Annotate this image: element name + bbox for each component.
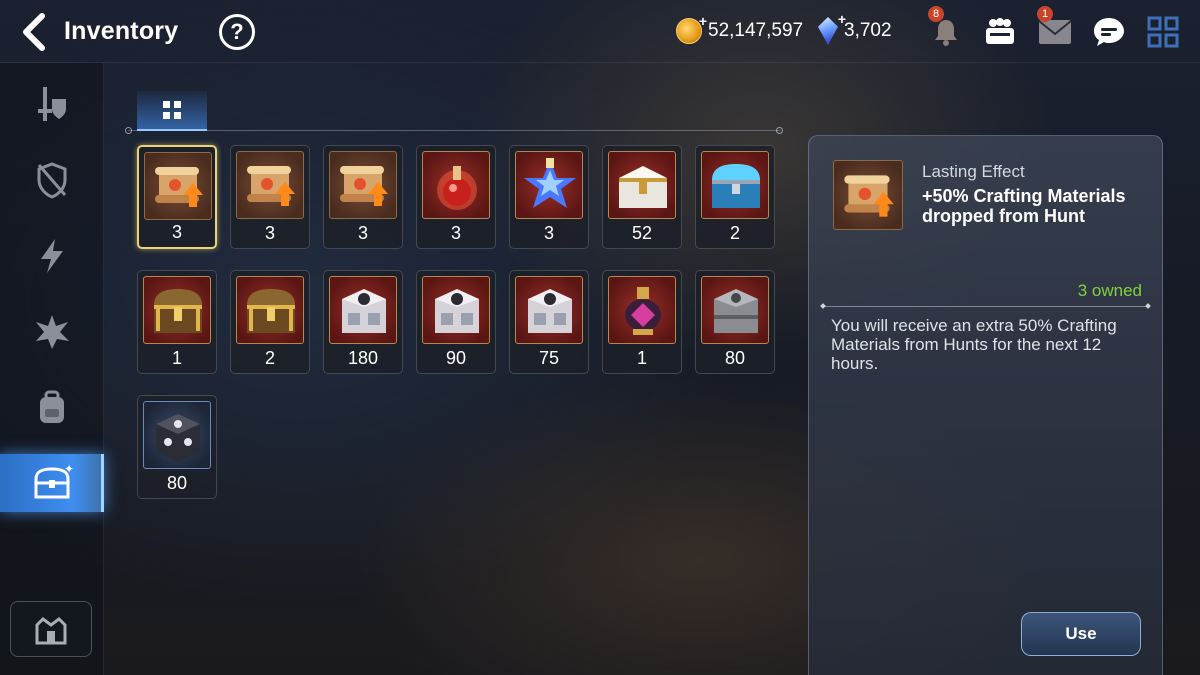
guild-icon[interactable]	[980, 12, 1020, 52]
scroll-icon	[329, 151, 397, 219]
item-count: 3	[450, 223, 461, 243]
svg-text:✦: ✦	[64, 463, 74, 476]
gold-currency[interactable]: + 52,147,597	[676, 13, 804, 46]
sidebar-item-chests[interactable]: ✦	[0, 454, 104, 512]
page-title: Inventory	[64, 17, 179, 45]
scroll-icon	[144, 152, 212, 220]
inventory-slot[interactable]: 3	[416, 145, 496, 249]
detail-description: You will receive an extra 50% Crafting M…	[831, 316, 1117, 373]
blue-chest-icon	[701, 151, 769, 219]
item-count: 1	[171, 348, 182, 368]
backpack-icon	[40, 390, 64, 423]
potion-icon	[422, 151, 490, 219]
lantern-icon	[608, 276, 676, 344]
broken-shield-icon	[37, 162, 67, 199]
crystal-currency[interactable]: + 3,702	[818, 11, 892, 46]
notification-badge: 8	[928, 6, 944, 22]
gold-chest-icon	[236, 276, 304, 344]
item-detail-panel: Lasting Effect +50% Crafting Materials d…	[808, 135, 1163, 675]
fortress-button[interactable]	[10, 601, 92, 657]
inventory-slot[interactable]: 3	[137, 145, 217, 249]
inventory-slot[interactable]: 75	[509, 270, 589, 374]
gold-coin-icon: +	[676, 13, 707, 44]
fortress-icon	[35, 617, 67, 645]
inventory-slot[interactable]: 80	[137, 395, 217, 499]
silver-box-icon	[422, 276, 490, 344]
top-bar: Inventory ? + 52,147,597 + 3,702 8 1	[0, 0, 1200, 62]
item-count: 52	[631, 223, 653, 243]
mail-icon[interactable]: 1	[1035, 6, 1075, 52]
inventory-slot[interactable]: 52	[602, 145, 682, 249]
bell-icon[interactable]: 8	[926, 6, 966, 52]
item-count: 75	[538, 348, 560, 368]
item-count: 2	[264, 348, 275, 368]
white-chest-icon	[608, 151, 676, 219]
inventory-slot[interactable]: 90	[416, 270, 496, 374]
burst-icon	[36, 315, 69, 349]
sidebar-item-artifacts[interactable]	[0, 151, 104, 209]
lightning-icon	[41, 239, 63, 273]
item-count: 80	[724, 348, 746, 368]
item-count: 3	[171, 222, 182, 242]
star-potion-icon	[515, 151, 583, 219]
sidebar-item-materials[interactable]	[0, 379, 104, 437]
silver-box-icon	[515, 276, 583, 344]
inventory-slot[interactable]: 1	[137, 270, 217, 374]
inventory-slot[interactable]: 3	[323, 145, 403, 249]
detail-item-name: +50% Crafting Materials dropped from Hun…	[922, 186, 1126, 226]
header-divider	[0, 62, 1200, 63]
detail-divider	[823, 306, 1148, 307]
gold-chest-icon	[143, 276, 211, 344]
inventory-slot[interactable]: 80	[695, 270, 775, 374]
menu-grid-icon[interactable]	[1143, 12, 1183, 52]
item-count: 90	[445, 348, 467, 368]
inventory-slot[interactable]: 1	[602, 270, 682, 374]
chat-icon[interactable]	[1089, 12, 1129, 52]
scroll-icon	[844, 175, 894, 217]
dark-cube-icon	[143, 401, 211, 469]
detail-item-icon	[833, 160, 903, 230]
gold-amount: 52,147,597	[708, 20, 804, 41]
filter-divider	[125, 127, 783, 134]
treasure-chest-icon: ✦	[34, 463, 74, 499]
filter-tab-all[interactable]	[137, 91, 207, 131]
mail-badge: 1	[1037, 6, 1053, 22]
inventory-slot[interactable]: 180	[323, 270, 403, 374]
crystal-icon: +	[818, 11, 846, 45]
category-sidebar: ✦	[0, 63, 104, 675]
item-count: 3	[543, 223, 554, 243]
use-button[interactable]: Use	[1021, 612, 1141, 656]
inventory-slot[interactable]: 3	[230, 145, 310, 249]
grid-icon	[163, 101, 181, 119]
silver-box-icon	[329, 276, 397, 344]
item-count: 2	[729, 223, 740, 243]
item-count: 3	[264, 223, 275, 243]
steel-box-icon	[701, 276, 769, 344]
detail-item-type: Lasting Effect	[922, 162, 1025, 181]
sidebar-item-equipment[interactable]	[0, 75, 104, 133]
question-icon[interactable]: ?	[219, 14, 255, 50]
item-count: 80	[166, 473, 188, 493]
sword-shield-icon	[38, 87, 66, 121]
back-arrow-icon[interactable]	[18, 12, 52, 52]
inventory-slot[interactable]: 2	[695, 145, 775, 249]
inventory-slot[interactable]: 3	[509, 145, 589, 249]
detail-owned-count: 3 owned	[1077, 281, 1142, 300]
sidebar-item-enhancements[interactable]	[0, 303, 104, 361]
crystal-amount: 3,702	[844, 20, 892, 41]
item-count: 1	[636, 348, 647, 368]
item-count: 3	[357, 223, 368, 243]
inventory-slot[interactable]: 2	[230, 270, 310, 374]
item-count: 180	[347, 348, 379, 368]
scroll-icon	[236, 151, 304, 219]
sidebar-item-skills[interactable]	[0, 227, 104, 285]
